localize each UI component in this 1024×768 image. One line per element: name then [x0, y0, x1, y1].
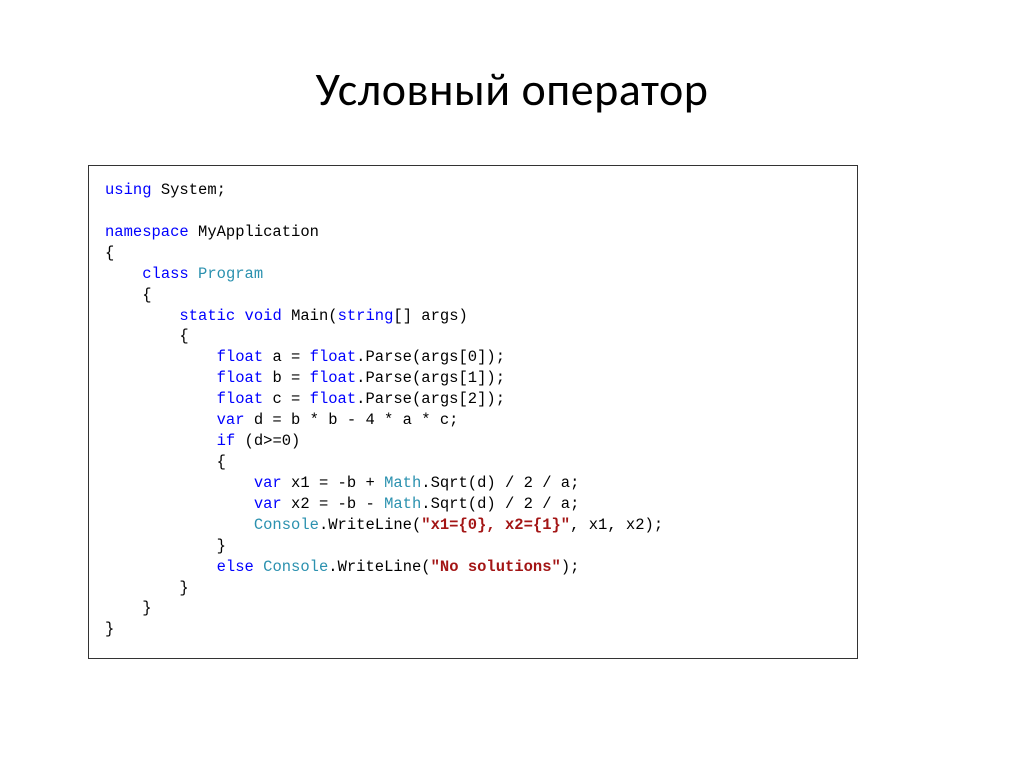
code-content: using System; namespace MyApplication { …: [105, 180, 841, 640]
slide: Условный оператор using System; namespac…: [0, 0, 1024, 768]
code-block: using System; namespace MyApplication { …: [88, 165, 858, 659]
slide-title: Условный оператор: [0, 62, 1024, 118]
